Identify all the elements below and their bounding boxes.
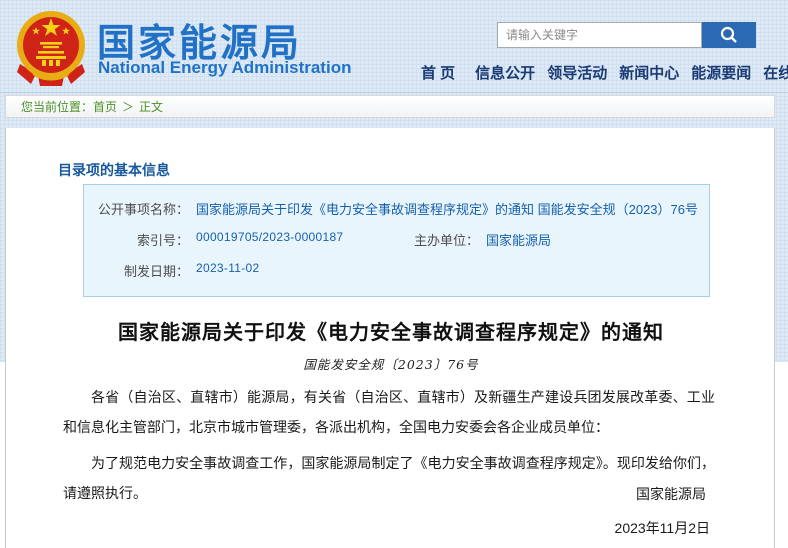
main-content-panel: 目录项的基本信息 公开事项名称： 国家能源局关于印发《电力安全事故调查程序规定》…	[5, 128, 775, 548]
search-input[interactable]	[497, 22, 702, 48]
index-value: 000019705/2023-0000187	[189, 230, 379, 244]
document-date: 2023年11月2日	[615, 518, 710, 538]
nav-item-leader-activities[interactable]: 领导活动	[547, 62, 607, 83]
breadcrumb-current: 正文	[139, 98, 163, 115]
site-header: 国家能源局 National Energy Administration 首 页…	[0, 0, 788, 93]
org-value: 国家能源局	[479, 230, 551, 249]
name-label: 公开事项名称：	[84, 199, 189, 218]
nav-item-news-center[interactable]: 新闻中心	[619, 62, 679, 83]
nav-item-energy-news[interactable]: 能源要闻	[691, 62, 751, 83]
breadcrumb-home-link[interactable]: 首页	[93, 98, 117, 115]
catalog-info-table: 公开事项名称： 国家能源局关于印发《电力安全事故调查程序规定》的通知 国能发安全…	[83, 184, 710, 297]
national-emblem-icon	[12, 8, 90, 88]
table-row-date: 制发日期： 2023-11-02	[84, 255, 709, 286]
search-icon	[719, 25, 739, 45]
search-button[interactable]	[702, 22, 756, 48]
nav-item-online-services[interactable]: 在线办事	[763, 62, 788, 83]
document-paragraph-recipients: 各省（自治区、直辖市）能源局，有关省（自治区、直辖市）及新疆生产建设兵团发展改革…	[63, 382, 715, 442]
nav-item-info-disclosure[interactable]: 信息公开	[475, 62, 535, 83]
index-label: 索引号：	[84, 230, 189, 249]
org-label: 主办单位：	[379, 230, 479, 249]
document-signature: 国家能源局	[636, 484, 706, 504]
national-emblem-logo	[12, 8, 90, 88]
nav-item-home[interactable]: 首 页	[421, 62, 455, 83]
issue-date-value: 2023-11-02	[189, 261, 260, 275]
breadcrumb: 您当前位置： 首页 ＞ 正文	[5, 95, 775, 118]
main-navigation: 首 页 信息公开 领导活动 新闻中心 能源要闻 在线办事	[421, 62, 761, 83]
name-value: 国家能源局关于印发《电力安全事故调查程序规定》的通知 国能发安全规（2023）7…	[189, 199, 698, 218]
document-number: 国能发安全规〔2023〕76号	[36, 354, 746, 373]
document-title: 国家能源局关于印发《电力安全事故调查程序规定》的通知	[36, 316, 746, 345]
table-row-index-org: 索引号： 000019705/2023-0000187 主办单位： 国家能源局	[84, 224, 709, 255]
catalog-section-title: 目录项的基本信息	[58, 160, 170, 180]
breadcrumb-prefix: 您当前位置：	[21, 98, 93, 115]
site-title-english: National Energy Administration	[98, 58, 351, 78]
table-row-name: 公开事项名称： 国家能源局关于印发《电力安全事故调查程序规定》的通知 国能发安全…	[84, 193, 709, 224]
breadcrumb-separator: ＞	[122, 98, 134, 115]
document-paragraph-body: 为了规范电力安全事故调查工作，国家能源局制定了《电力安全事故调查程序规定》。现印…	[63, 448, 715, 508]
issue-date-label: 制发日期：	[84, 261, 189, 280]
